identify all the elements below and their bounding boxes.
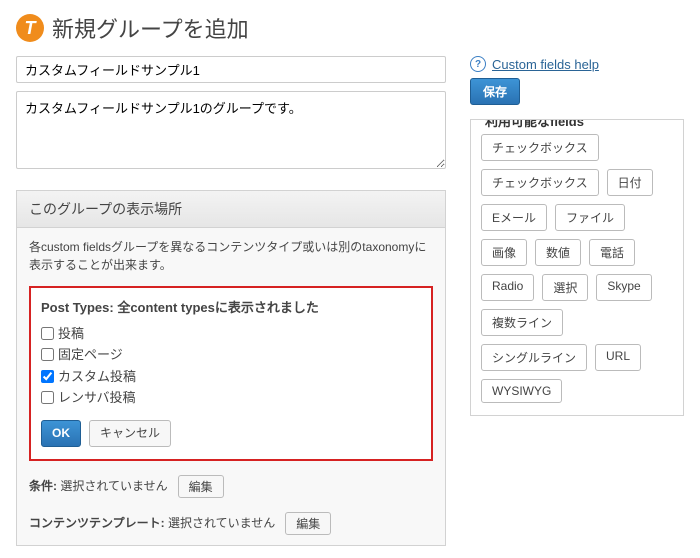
post-types-box: Post Types: 全content typesに表示されました 投稿固定ペ…	[29, 286, 433, 461]
available-fields-box: 利用可能なfields チェックボックスチェックボックス日付 Eメールファイル画像…	[470, 119, 684, 416]
page-title: 新規グループを追加	[52, 12, 249, 44]
cancel-button[interactable]: キャンセル	[89, 420, 171, 447]
field-tag[interactable]: 選択	[542, 274, 588, 301]
post-types-title: Post Types: 全content typesに表示されました	[41, 298, 421, 318]
post-type-checkbox[interactable]	[41, 348, 54, 361]
post-type-label: レンサバ投稿	[58, 388, 135, 408]
field-tag[interactable]: 複数ライン	[481, 309, 563, 336]
post-type-checkbox[interactable]	[41, 370, 54, 383]
post-type-checkbox[interactable]	[41, 327, 54, 340]
field-tag[interactable]: ファイル	[555, 204, 625, 231]
display-location-panel: このグループの表示場所 各custom fieldsグループを異なるコンテンツタ…	[16, 190, 446, 546]
template-label: コンテンツテンプレート:	[29, 516, 165, 530]
field-tag[interactable]: URL	[595, 344, 641, 371]
post-type-row[interactable]: カスタム投稿	[41, 367, 421, 387]
conditions-edit-button[interactable]: 編集	[178, 475, 224, 498]
field-tag[interactable]: 画像	[481, 239, 527, 266]
available-fields-title: 利用可能なfields	[481, 119, 588, 130]
field-tag[interactable]: Eメール	[481, 204, 547, 231]
panel-title: このグループの表示場所	[17, 191, 445, 228]
field-tag[interactable]: WYSIWYG	[481, 379, 562, 403]
group-description-textarea[interactable]: カスタムフィールドサンプル1のグループです。	[16, 91, 446, 169]
conditions-label: 条件:	[29, 479, 57, 493]
post-type-label: カスタム投稿	[58, 367, 136, 387]
post-type-label: 投稿	[58, 324, 84, 344]
field-tag[interactable]: Skype	[596, 274, 651, 301]
field-tag[interactable]: 電話	[589, 239, 635, 266]
group-name-input[interactable]	[16, 56, 446, 83]
post-type-row[interactable]: レンサバ投稿	[41, 388, 421, 408]
field-tag[interactable]: チェックボックス	[481, 134, 599, 161]
post-type-row[interactable]: 固定ページ	[41, 345, 421, 365]
help-icon: ?	[470, 56, 486, 72]
field-tag[interactable]: 数値	[535, 239, 581, 266]
ok-button[interactable]: OK	[41, 420, 81, 447]
save-button[interactable]: 保存	[470, 78, 520, 105]
field-tag[interactable]: シングルライン	[481, 344, 587, 371]
post-type-row[interactable]: 投稿	[41, 324, 421, 344]
panel-description: 各custom fieldsグループを異なるコンテンツタイプ或いは別のtaxon…	[29, 238, 433, 274]
template-edit-button[interactable]: 編集	[285, 512, 331, 535]
post-type-label: 固定ページ	[58, 345, 123, 365]
template-value: 選択されていません	[168, 516, 275, 530]
field-tag[interactable]: Radio	[481, 274, 534, 301]
conditions-value: 選択されていません	[60, 479, 167, 493]
post-type-checkbox[interactable]	[41, 391, 54, 404]
help-link[interactable]: Custom fields help	[492, 57, 599, 72]
logo-icon: T	[16, 14, 44, 42]
field-tag[interactable]: チェックボックス	[481, 169, 599, 196]
field-tag[interactable]: 日付	[607, 169, 653, 196]
